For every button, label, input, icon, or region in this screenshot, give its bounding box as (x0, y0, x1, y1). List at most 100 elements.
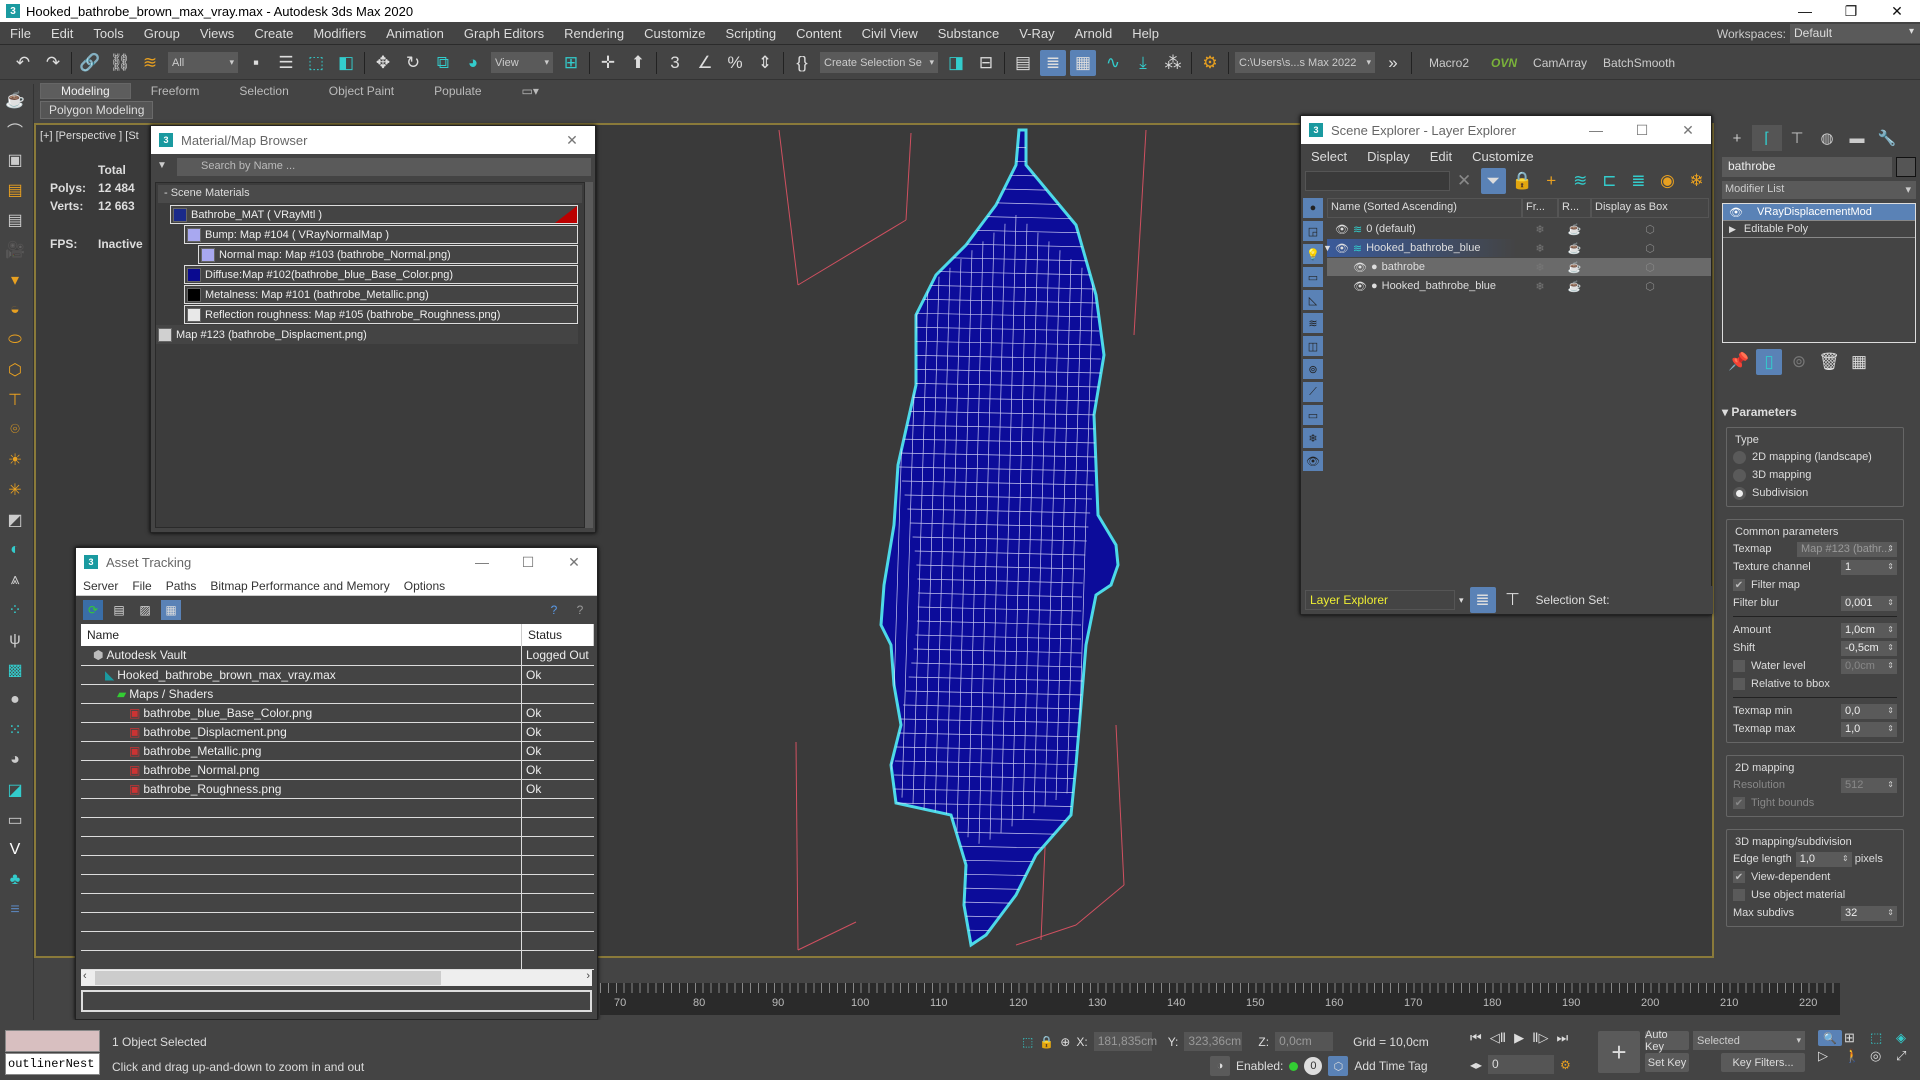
renderable-toggle-icon[interactable]: ☕ (1558, 280, 1591, 293)
dome-light-icon[interactable]: ◒ (0, 296, 30, 324)
scroll-left-icon[interactable]: ‹ (83, 970, 87, 982)
hierarchy-tab-icon[interactable]: ⊤ (1782, 125, 1812, 151)
menu-content[interactable]: Content (786, 26, 852, 41)
menu-help[interactable]: Help (1122, 26, 1169, 41)
next-frame-icon[interactable]: Ⅱ▷ (1532, 1030, 1548, 1046)
texmap-max-spinner[interactable]: 1,0 (1841, 721, 1897, 737)
scene-search-input[interactable] (1305, 171, 1450, 191)
layers-icon[interactable]: ≣ (1626, 168, 1651, 194)
maximize-icon[interactable]: ☐ (505, 548, 551, 576)
fur-icon[interactable]: ⩓ (0, 566, 30, 594)
asset-row[interactable]: ⬢ Autodesk Vault Logged Out (81, 646, 594, 666)
current-frame-spinner[interactable]: 0 (1488, 1055, 1555, 1074)
asset-horizontal-scrollbar[interactable]: ‹ › (81, 969, 592, 986)
key-mode-icon[interactable]: ◂▸ (1470, 1058, 1482, 1072)
menu-scripting[interactable]: Scripting (716, 26, 787, 41)
scene-tree-row[interactable]: 👁 ● bathrobe ❄ ☕ ⬡ (1327, 258, 1711, 276)
material-item[interactable]: Diffuse:Map #102(bathrobe_blue_Base_Colo… (184, 265, 578, 284)
select-by-name-icon[interactable]: ☰ (273, 50, 299, 76)
renderable-toggle-icon[interactable]: ☕ (1558, 242, 1591, 255)
rotate-icon[interactable]: ↻ (400, 50, 426, 76)
palette-icon[interactable]: ◕ (0, 746, 30, 774)
set-key-big-button[interactable]: + (1598, 1031, 1640, 1073)
link-icon[interactable]: 🔗 (77, 50, 103, 76)
selection-lock-icon[interactable]: 🔒 (1039, 1035, 1054, 1049)
zoom-extents-all-icon[interactable]: ◈ (1896, 1030, 1920, 1046)
column-name-sorted[interactable]: Name (Sorted Ascending) (1327, 198, 1522, 218)
ribbon-polygon-modeling[interactable]: Polygon Modeling (40, 101, 154, 119)
menu-rendering[interactable]: Rendering (554, 26, 634, 41)
table-view-icon[interactable]: ▦ (161, 600, 181, 620)
tight-bounds-checkbox[interactable]: ✔ Tight bounds (1733, 794, 1897, 812)
freeze-toggle-icon[interactable]: ❄ (1522, 280, 1558, 293)
motion-tab-icon[interactable]: ◍ (1812, 125, 1842, 151)
align-icon[interactable]: ⊟ (973, 50, 999, 76)
water-level-spinner[interactable]: 0,0cm (1841, 658, 1897, 674)
menu-customize[interactable]: Customize (1462, 149, 1543, 164)
material-item[interactable]: Bump: Map #104 ( VRayNormalMap ) (184, 225, 578, 244)
material-editor-icon[interactable]: ⁂ (1160, 50, 1186, 76)
parameters-rollout-header[interactable]: ▾ Parameters (1722, 405, 1908, 419)
zoom-extents-icon[interactable]: ⬚ (1870, 1030, 1894, 1046)
menu-bitmap-performance[interactable]: Bitmap Performance and Memory (203, 579, 396, 593)
add-time-tag-button[interactable]: Add Time Tag (1354, 1059, 1427, 1073)
material-search-input[interactable]: Search by Name ... (157, 158, 591, 176)
amount-spinner[interactable]: 1,0cm (1841, 622, 1897, 638)
pin-stack-icon[interactable]: 📌 (1726, 349, 1752, 375)
menu-vray[interactable]: V-Ray (1009, 26, 1064, 41)
asset-row[interactable]: ▣ bathrobe_Metallic.png Ok (81, 741, 594, 761)
menu-file[interactable]: File (125, 579, 158, 593)
restore-icon[interactable]: ❐ (1828, 0, 1874, 22)
pivot-center-icon[interactable]: ⊞ (558, 50, 584, 76)
lock-icon[interactable]: 🔒 (1510, 168, 1535, 194)
asset-tracking-titlebar[interactable]: 3 Asset Tracking — ☐ ✕ (76, 548, 597, 576)
list-view-icon[interactable]: ▤ (109, 600, 129, 620)
ribbon-tab-freeform[interactable]: Freeform (131, 84, 220, 98)
utilities-tab-icon[interactable]: 🔧 (1872, 125, 1902, 151)
x-coordinate-field[interactable]: 181,835cm (1093, 1032, 1157, 1051)
asset-row[interactable]: ▣ bathrobe_Displacment.png Ok (81, 722, 594, 742)
refresh-icon[interactable]: ⟳ (83, 600, 103, 620)
stack-item-vraydisplacement[interactable]: 👁 VRayDisplacementMod (1723, 204, 1915, 221)
asset-row[interactable]: ◣ Hooked_bathrobe_brown_max_vray.max Ok (81, 665, 594, 685)
minimize-icon[interactable]: — (459, 548, 505, 576)
menu-modifiers[interactable]: Modifiers (303, 26, 376, 41)
zoom-all-icon[interactable]: ⊞ (1844, 1030, 1868, 1046)
shift-spinner[interactable]: -0,5cm (1841, 640, 1897, 656)
render-setup-icon[interactable]: ⚙ (1197, 50, 1223, 76)
expand-arrow-icon[interactable]: ▶ (1729, 224, 1736, 235)
ribbon-tab-object-paint[interactable]: Object Paint (309, 84, 414, 98)
menu-customize[interactable]: Customize (634, 26, 715, 41)
viewport-label[interactable]: [+] [Perspective ] [St (40, 130, 139, 142)
lights-filter-icon[interactable]: 💡 (1303, 244, 1323, 264)
minimize-icon[interactable]: — (1782, 0, 1828, 22)
remove-modifier-icon[interactable]: 🗑 (1816, 349, 1842, 375)
menu-substance[interactable]: Substance (928, 26, 1009, 41)
resolution-spinner[interactable]: 512 (1841, 777, 1897, 793)
explorer-dropdown-arrow-icon[interactable]: ▾ (1459, 595, 1464, 606)
helpers-filter-icon[interactable]: ◺ (1303, 290, 1323, 310)
move-icon[interactable]: ✥ (370, 50, 396, 76)
z-coordinate-field[interactable]: 0,0cm (1275, 1032, 1334, 1051)
go-to-end-icon[interactable]: ⏭ (1557, 1030, 1569, 1046)
menu-server[interactable]: Server (76, 579, 125, 593)
material-item[interactable]: Reflection roughness: Map #105 (bathrobe… (184, 305, 578, 324)
type-subdivision-radio[interactable]: Subdivision (1733, 484, 1897, 502)
menu-graph-editors[interactable]: Graph Editors (454, 26, 554, 41)
cameras-filter-icon[interactable]: ▭ (1303, 267, 1323, 287)
viewport-layout-icon[interactable]: ⌒ (0, 116, 30, 144)
ribbon-toggle-icon[interactable]: ▦ (1070, 49, 1096, 76)
stack-item-editable-poly[interactable]: ▶ Editable Poly (1723, 221, 1915, 238)
script-batchsmooth[interactable]: BatchSmooth (1603, 56, 1675, 70)
visibility-eye-icon[interactable]: 👁 (1335, 223, 1349, 236)
expand-arrow-icon[interactable]: ▼ (1323, 243, 1332, 253)
named-selection-dropdown[interactable]: Create Selection Se (820, 52, 938, 73)
isolate-selection-icon[interactable]: ⬚ (1022, 1035, 1033, 1049)
hidden-filter-icon[interactable]: 👁 (1303, 451, 1323, 471)
filter-icon[interactable]: ⏷ (1480, 168, 1506, 194)
sort-by-layer-icon[interactable]: ≣ (1469, 587, 1496, 613)
help-disabled-icon[interactable]: ? (570, 600, 590, 620)
display-as-box-icon[interactable]: ⬡ (1591, 223, 1709, 236)
column-display-as-box[interactable]: Display as Box (1591, 198, 1709, 218)
placement-icon[interactable]: ◕ (460, 50, 486, 76)
